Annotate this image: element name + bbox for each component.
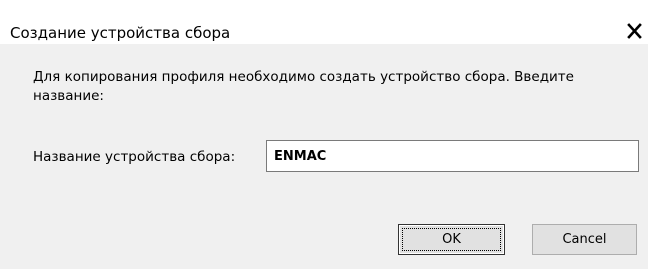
title-bar: Создание устройства сбора [0, 0, 648, 44]
cancel-button-label: Cancel [562, 232, 607, 247]
dialog-title: Создание устройства сбора [10, 24, 231, 42]
device-name-input[interactable] [266, 140, 639, 172]
close-button[interactable] [624, 20, 646, 42]
device-name-label: Название устройства сбора: [33, 149, 236, 165]
create-collection-device-dialog: Создание устройства сбора Для копировани… [0, 0, 648, 269]
close-icon [627, 23, 642, 39]
instruction-message: Для копирования профиля необходимо созда… [33, 69, 574, 104]
cancel-button[interactable]: Cancel [532, 224, 637, 255]
ok-button[interactable]: OK [398, 224, 505, 255]
ok-button-label: OK [442, 232, 461, 247]
